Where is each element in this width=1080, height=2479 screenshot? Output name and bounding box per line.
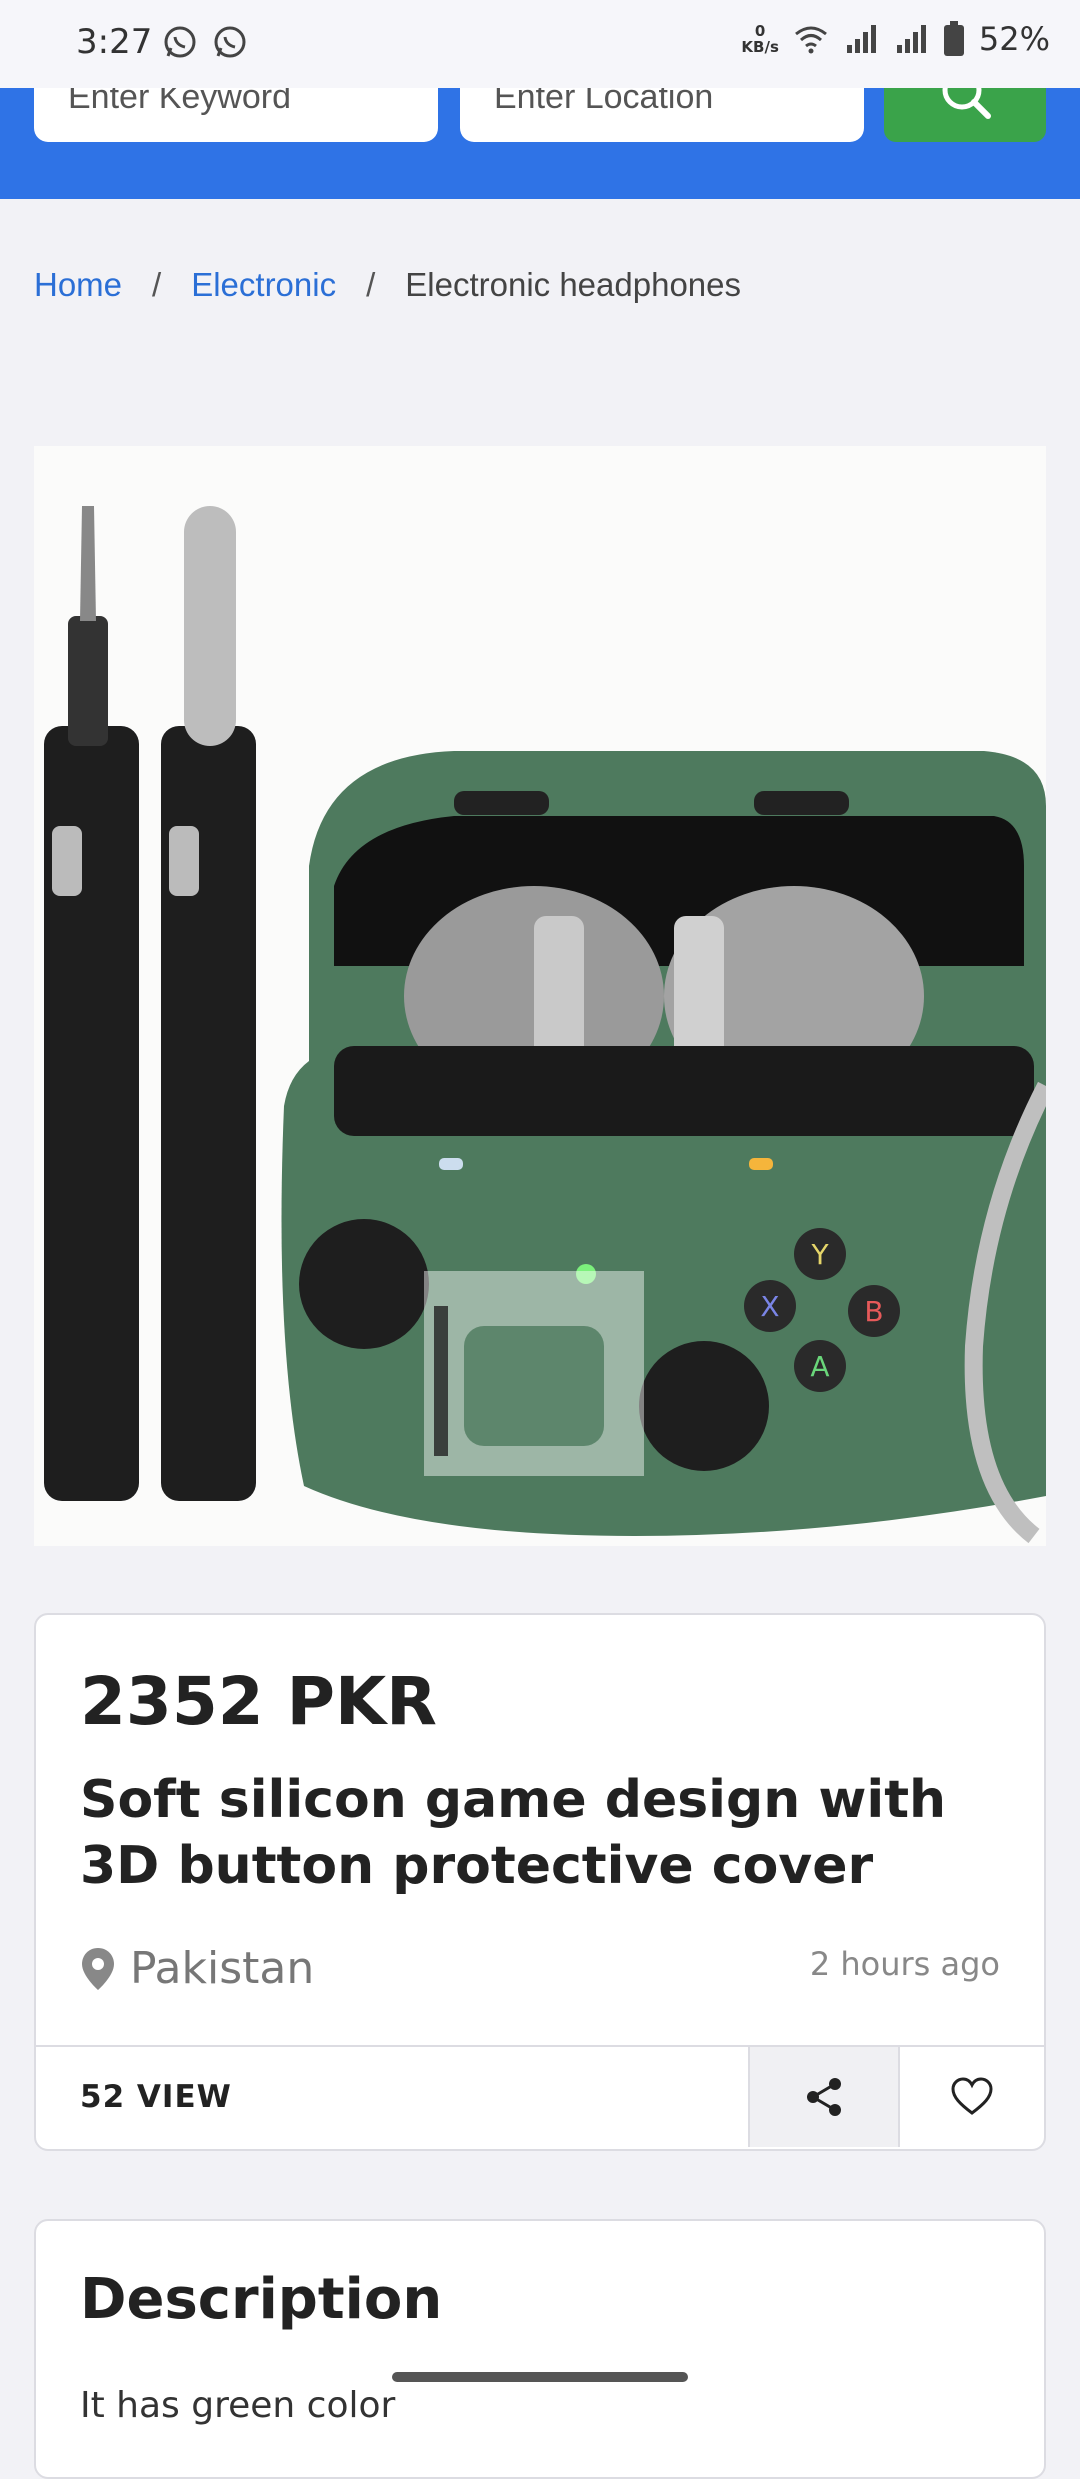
breadcrumb-separator: / [366,266,376,303]
home-indicator[interactable] [392,2372,688,2382]
description-text: It has green color [80,2385,396,2426]
breadcrumb-current: Electronic headphones [405,266,742,303]
product-image[interactable]: Y X B A [34,446,1046,1546]
description-heading: Description [80,2267,443,2332]
location-text: Pakistan [130,1943,315,1994]
breadcrumb-home-link[interactable]: Home [34,266,122,304]
location-pin-icon [82,1947,114,1990]
listing-title: Soft silicon game design with 3D button … [80,1770,947,1896]
battery-percent: 52% [978,20,1050,58]
listing-info-card: 2352 PKR Soft silicon game design with 3… [34,1613,1046,2151]
svg-text:X: X [760,1290,779,1323]
breadcrumb: Home / Electronic / Electronic headphone… [34,266,741,304]
search-header: Enter Keyword Enter Location [0,68,1080,199]
whatsapp-business-icon [214,26,246,58]
price: 2352 PKR [80,1663,438,1740]
svg-text:A: A [810,1350,829,1383]
posted-time: 2 hours ago [809,1945,1000,1983]
whatsapp-icon [164,26,196,58]
breadcrumb-separator: / [152,266,162,303]
status-bar: 3:27 0 KB/s 52% [0,0,1080,88]
view-count: 52 VIEW [80,2079,232,2115]
system-icons: 0 KB/s 52% [741,20,1050,58]
location: Pakistan [80,1943,314,1994]
signal-icon [896,25,926,53]
signal-icon [846,25,876,53]
status-time: 3:27 [76,22,153,62]
svg-text:Y: Y [810,1238,829,1271]
network-speed: 0 KB/s [741,22,779,56]
favorite-button[interactable] [898,2047,1044,2147]
heart-icon [951,2077,993,2115]
earbuds-case-illustration: Y X B A [44,506,1046,1544]
description-card: Description It has green color [34,2219,1046,2479]
card-footer: 52 VIEW [36,2045,1044,2149]
wifi-icon [794,26,827,54]
notification-icons [162,24,248,60]
breadcrumb-category-link[interactable]: Electronic [191,266,336,304]
share-icon [807,2078,841,2116]
battery-icon [943,21,964,56]
svg-text:B: B [864,1295,883,1328]
share-button[interactable] [748,2047,898,2147]
